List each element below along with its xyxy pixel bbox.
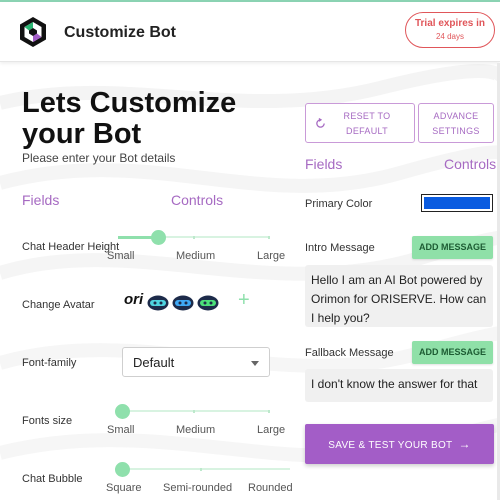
app-header: Customize Bot Trial expires in 24 days: [0, 2, 500, 62]
chevron-down-icon: [251, 361, 259, 366]
font-family-select[interactable]: Default: [122, 347, 270, 377]
fonts-size-slider[interactable]: [115, 402, 270, 422]
chat-bubble-label: Chat Bubble: [22, 473, 83, 485]
trial-badge[interactable]: Trial expires in 24 days: [405, 12, 495, 48]
slider-track: [115, 468, 290, 470]
chat-header-height-medium[interactable]: Medium: [176, 250, 215, 262]
chat-bubble-square[interactable]: Square: [106, 482, 141, 494]
reset-icon: [316, 118, 325, 128]
fonts-size-large[interactable]: Large: [257, 424, 285, 436]
intro-message-box[interactable]: Hello I am an AI Bot powered by Orimon f…: [305, 265, 493, 327]
fallback-message-box[interactable]: I don't know the answer for that: [305, 369, 493, 402]
primary-color-swatch: [424, 197, 490, 209]
bot-logo-icon: [20, 17, 46, 47]
primary-color-label: Primary Color: [305, 198, 373, 210]
fonts-size-small[interactable]: Small: [107, 424, 135, 436]
avatar-option-robot-3-icon[interactable]: [197, 293, 219, 311]
slider-tick: [193, 236, 195, 239]
slider-tick: [268, 236, 270, 239]
chat-bubble-rounded[interactable]: Rounded: [248, 482, 293, 494]
font-family-label: Font-family: [22, 357, 77, 369]
arrow-right-icon: →: [458, 437, 471, 451]
fallback-message-label: Fallback Message: [305, 347, 394, 359]
advance-button-line1: ADVANCE: [433, 111, 479, 121]
page-title: Lets Customize your Bot: [22, 88, 272, 150]
slider-track: [158, 236, 270, 238]
right-controls-header: Controls: [444, 156, 497, 172]
font-family-value: Default: [133, 355, 175, 370]
avatar-option-ori[interactable]: ori: [124, 291, 143, 308]
save-button-label: SAVE & TEST YOUR BOT: [328, 440, 453, 451]
add-avatar-icon[interactable]: +: [238, 290, 250, 310]
slider-tick: [268, 410, 270, 413]
slider-tick: [200, 468, 202, 471]
app-title: Customize Bot: [64, 24, 176, 41]
slider-handle[interactable]: [151, 230, 166, 245]
trial-badge-days: 24 days: [435, 32, 465, 41]
primary-color-picker[interactable]: [421, 194, 493, 212]
page-title-line2: your Bot: [22, 118, 142, 150]
reset-to-default-button[interactable]: RESET TO DEFAULT: [305, 103, 415, 143]
trial-badge-label: Trial expires in: [414, 18, 486, 29]
advance-button-line2: SETTINGS: [432, 126, 480, 136]
avatar-option-robot-2-icon[interactable]: [172, 293, 194, 311]
chat-header-height-label: Chat Header Height: [22, 241, 120, 253]
change-avatar-label: Change Avatar: [22, 299, 95, 311]
left-fields-header: Fields: [22, 192, 60, 208]
fallback-add-message-button[interactable]: ADD MESSAGE: [412, 341, 493, 364]
slider-handle[interactable]: [115, 404, 130, 419]
avatar-option-robot-1-icon[interactable]: [147, 293, 169, 311]
save-and-test-button[interactable]: SAVE & TEST YOUR BOT →: [305, 424, 494, 464]
page-title-line1: Lets Customize: [22, 87, 237, 119]
chat-header-height-small[interactable]: Small: [107, 250, 135, 262]
chat-header-height-slider[interactable]: [118, 228, 270, 248]
advance-settings-button[interactable]: ADVANCE SETTINGS: [418, 103, 494, 143]
intro-add-message-button[interactable]: ADD MESSAGE: [412, 236, 493, 259]
page-subtitle: Please enter your Bot details: [22, 151, 176, 165]
intro-message-label: Intro Message: [305, 242, 375, 254]
fonts-size-medium[interactable]: Medium: [176, 424, 215, 436]
chat-bubble-slider[interactable]: [115, 460, 290, 480]
right-fields-header: Fields: [305, 156, 343, 172]
left-controls-header: Controls: [171, 192, 224, 208]
chat-header-height-large[interactable]: Large: [257, 250, 285, 262]
slider-handle[interactable]: [115, 462, 130, 477]
slider-tick: [193, 410, 195, 413]
fonts-size-label: Fonts size: [22, 415, 73, 427]
chat-bubble-semi-rounded[interactable]: Semi-rounded: [163, 482, 232, 494]
